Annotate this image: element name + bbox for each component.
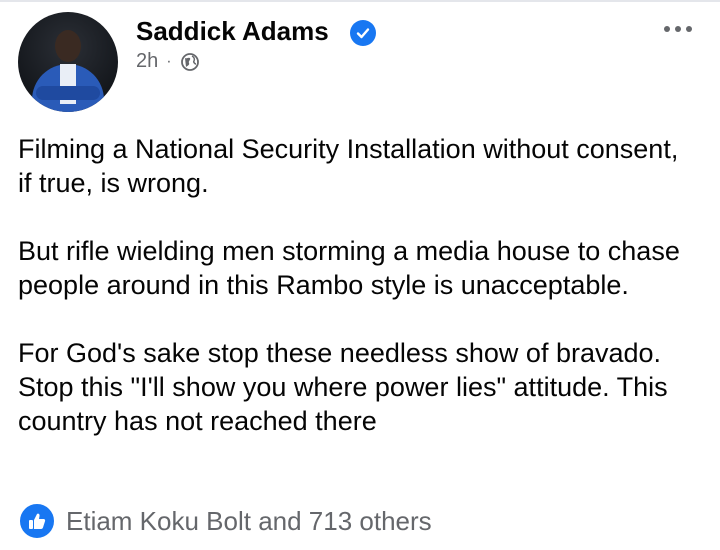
post-paragraph: Filming a National Security Installation… [18, 134, 679, 198]
avatar-arms [36, 86, 100, 100]
globe-icon[interactable] [180, 52, 200, 72]
more-dot [664, 26, 670, 32]
like-icon [18, 502, 56, 540]
post-body: Filming a National Security Installation… [18, 132, 698, 472]
more-options-icon[interactable] [664, 26, 692, 32]
post-paragraph: But rifle wielding men storming a media … [18, 236, 680, 300]
post-paragraph: For God's sake stop these needless show … [18, 338, 668, 436]
meta-separator: · [166, 52, 172, 70]
post-meta: 2h · [136, 50, 200, 73]
author-name[interactable]: Saddick Adams [136, 16, 329, 47]
avatar-head [55, 30, 81, 62]
more-dot [686, 26, 692, 32]
reactions-summary[interactable]: Etiam Koku Bolt and 713 others [18, 502, 432, 540]
verified-badge-icon [350, 20, 376, 46]
avatar[interactable] [18, 12, 118, 112]
post-time[interactable]: 2h [136, 50, 158, 73]
reactions-text[interactable]: Etiam Koku Bolt and 713 others [66, 506, 432, 537]
top-divider [0, 0, 720, 2]
more-dot [675, 26, 681, 32]
